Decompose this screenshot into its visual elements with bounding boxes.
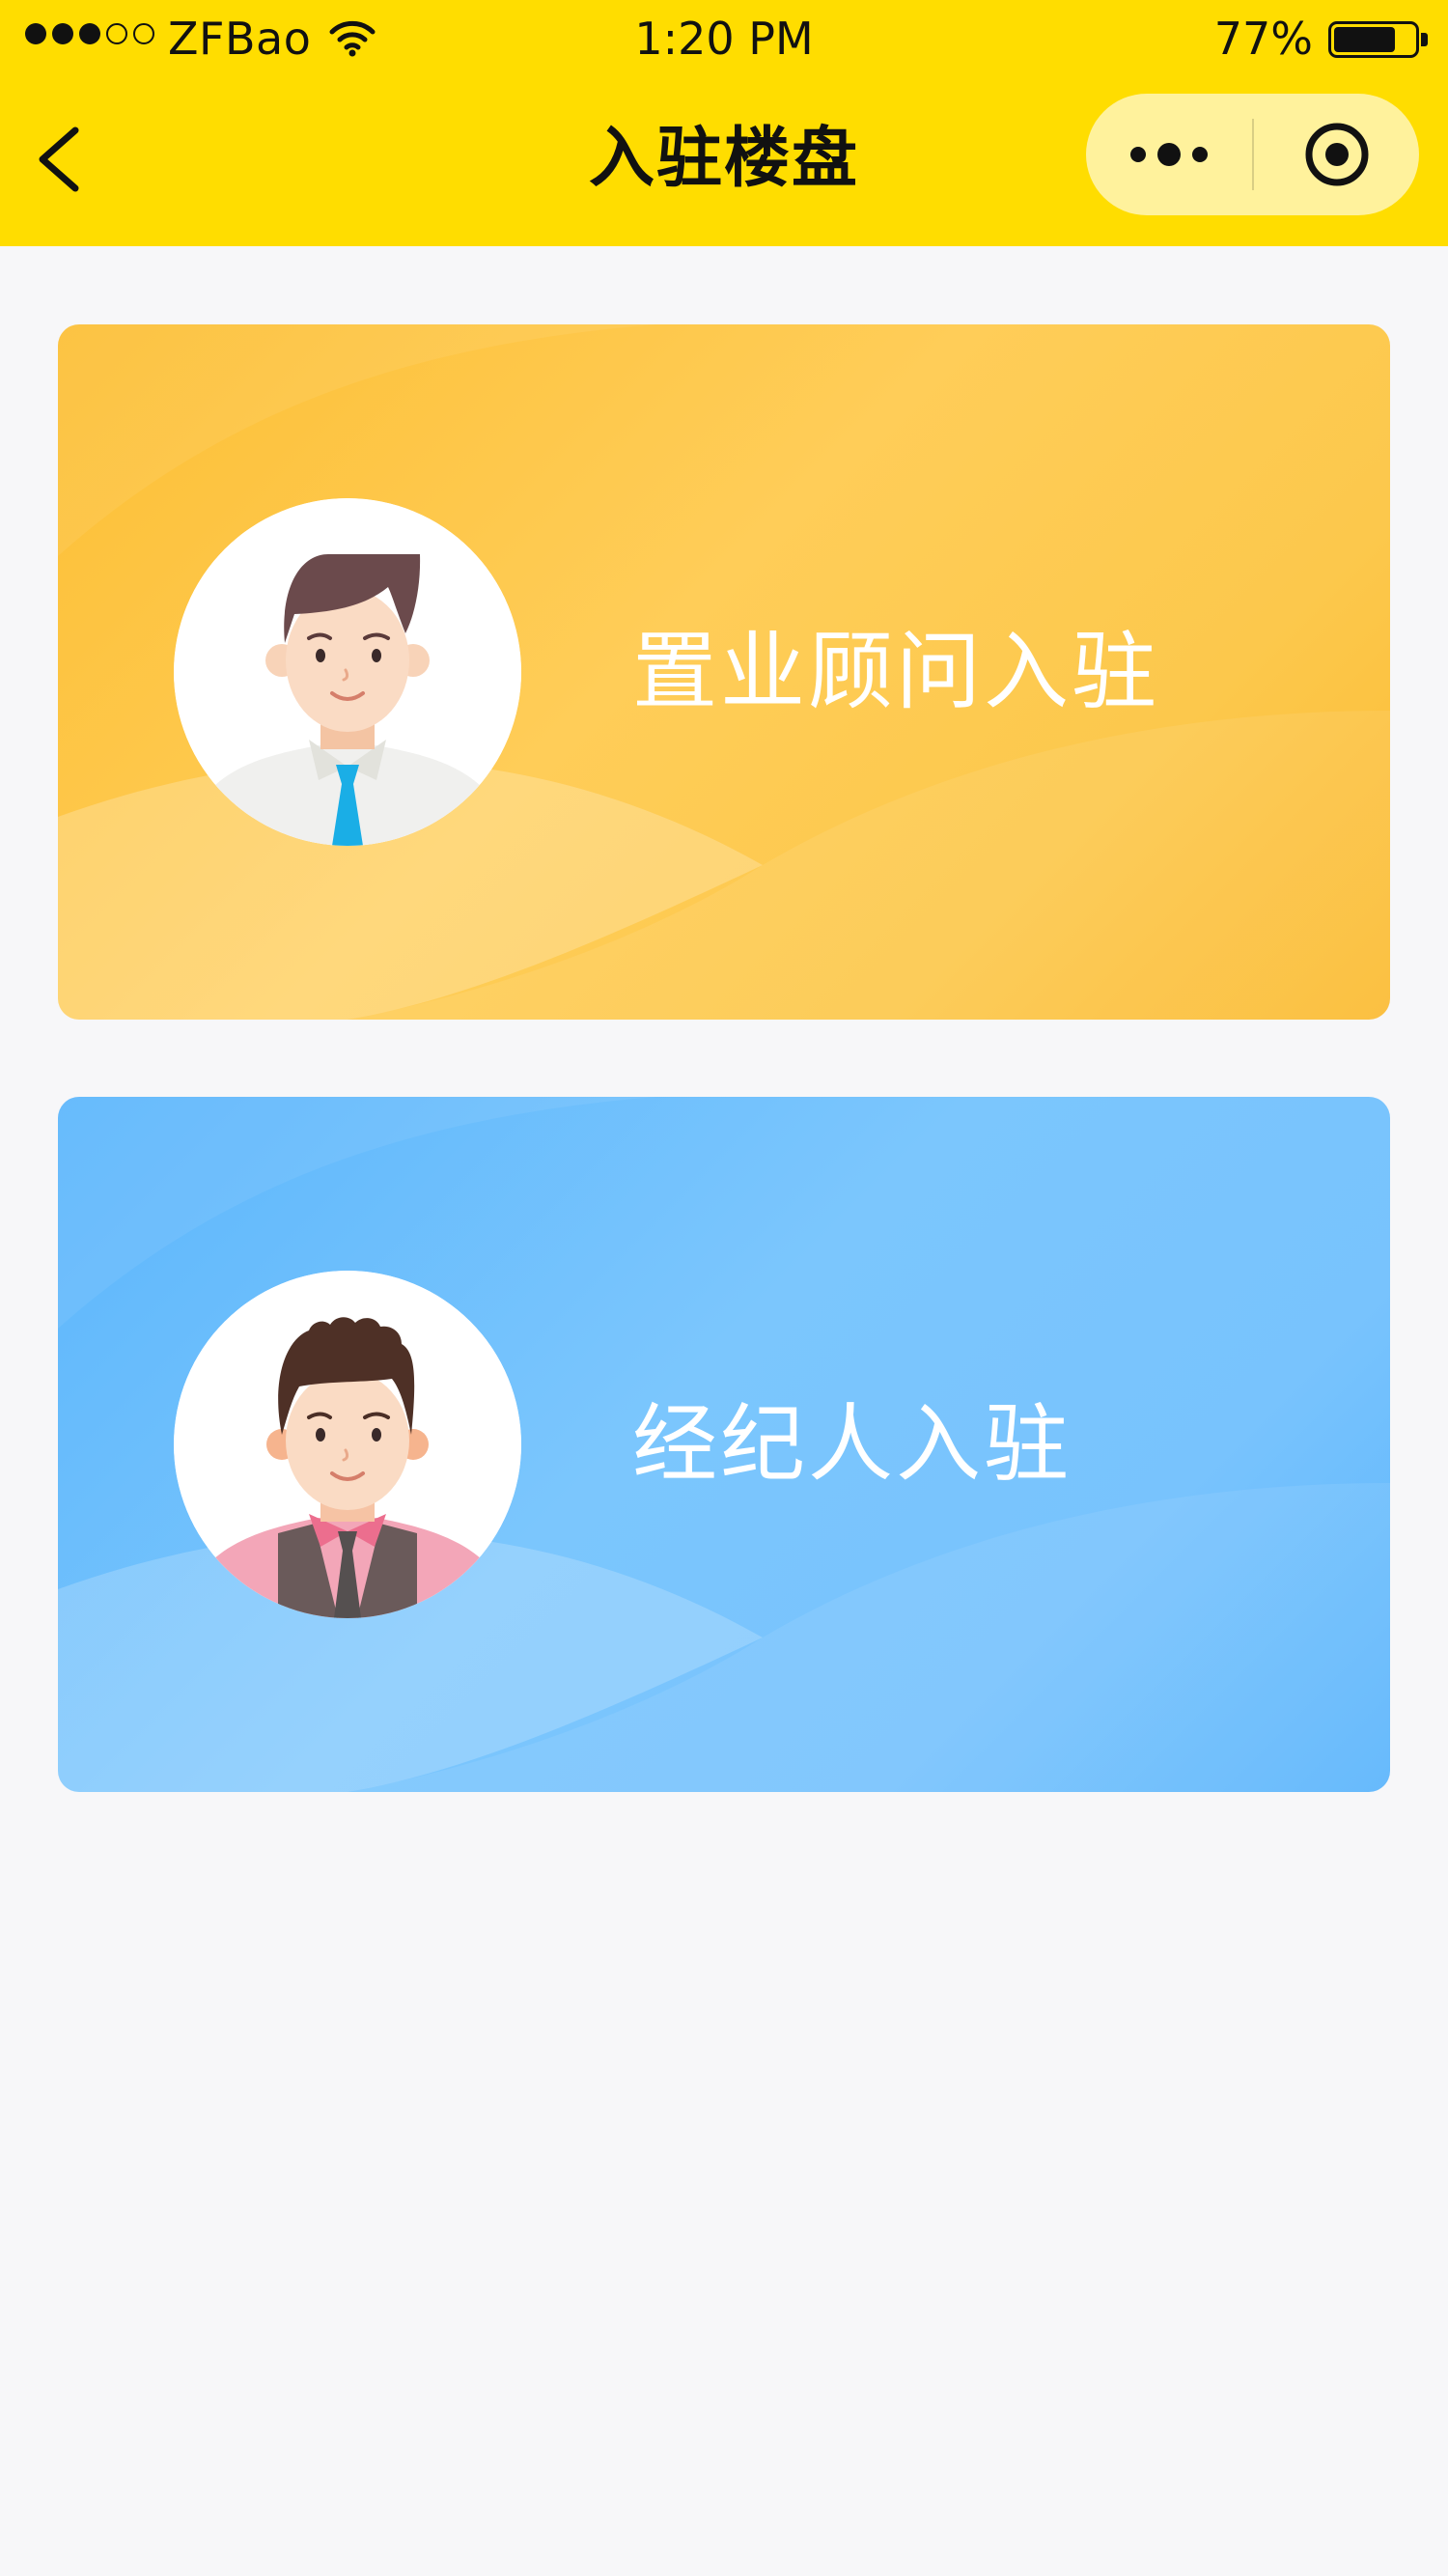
- status-bar: ZFBao 1:20 PM 77%: [0, 0, 1448, 77]
- consultant-avatar: [174, 498, 521, 846]
- agent-join-card[interactable]: 经纪人入驻: [58, 1097, 1390, 1792]
- more-button[interactable]: [1086, 94, 1252, 215]
- agent-join-label: 经纪人入驻: [632, 1394, 1072, 1494]
- target-circle-icon: [1305, 123, 1368, 186]
- battery-icon: [1328, 21, 1428, 58]
- agent-avatar: [174, 1271, 521, 1618]
- consultant-join-label: 置业顾问入驻: [632, 622, 1160, 721]
- navigation-bar: 入驻楼盘: [0, 92, 1448, 232]
- consultant-join-card[interactable]: 置业顾问入驻: [58, 324, 1390, 1020]
- close-mini-program-button[interactable]: [1254, 94, 1419, 215]
- header-bar: ZFBao 1:20 PM 77% 入驻楼盘: [0, 0, 1448, 246]
- more-dots-icon: [1130, 147, 1146, 162]
- battery-percent: 77%: [1213, 13, 1313, 65]
- consultant-avatar-icon: [174, 498, 521, 846]
- mini-program-capsule: [1086, 94, 1419, 215]
- agent-avatar-icon: [174, 1271, 521, 1618]
